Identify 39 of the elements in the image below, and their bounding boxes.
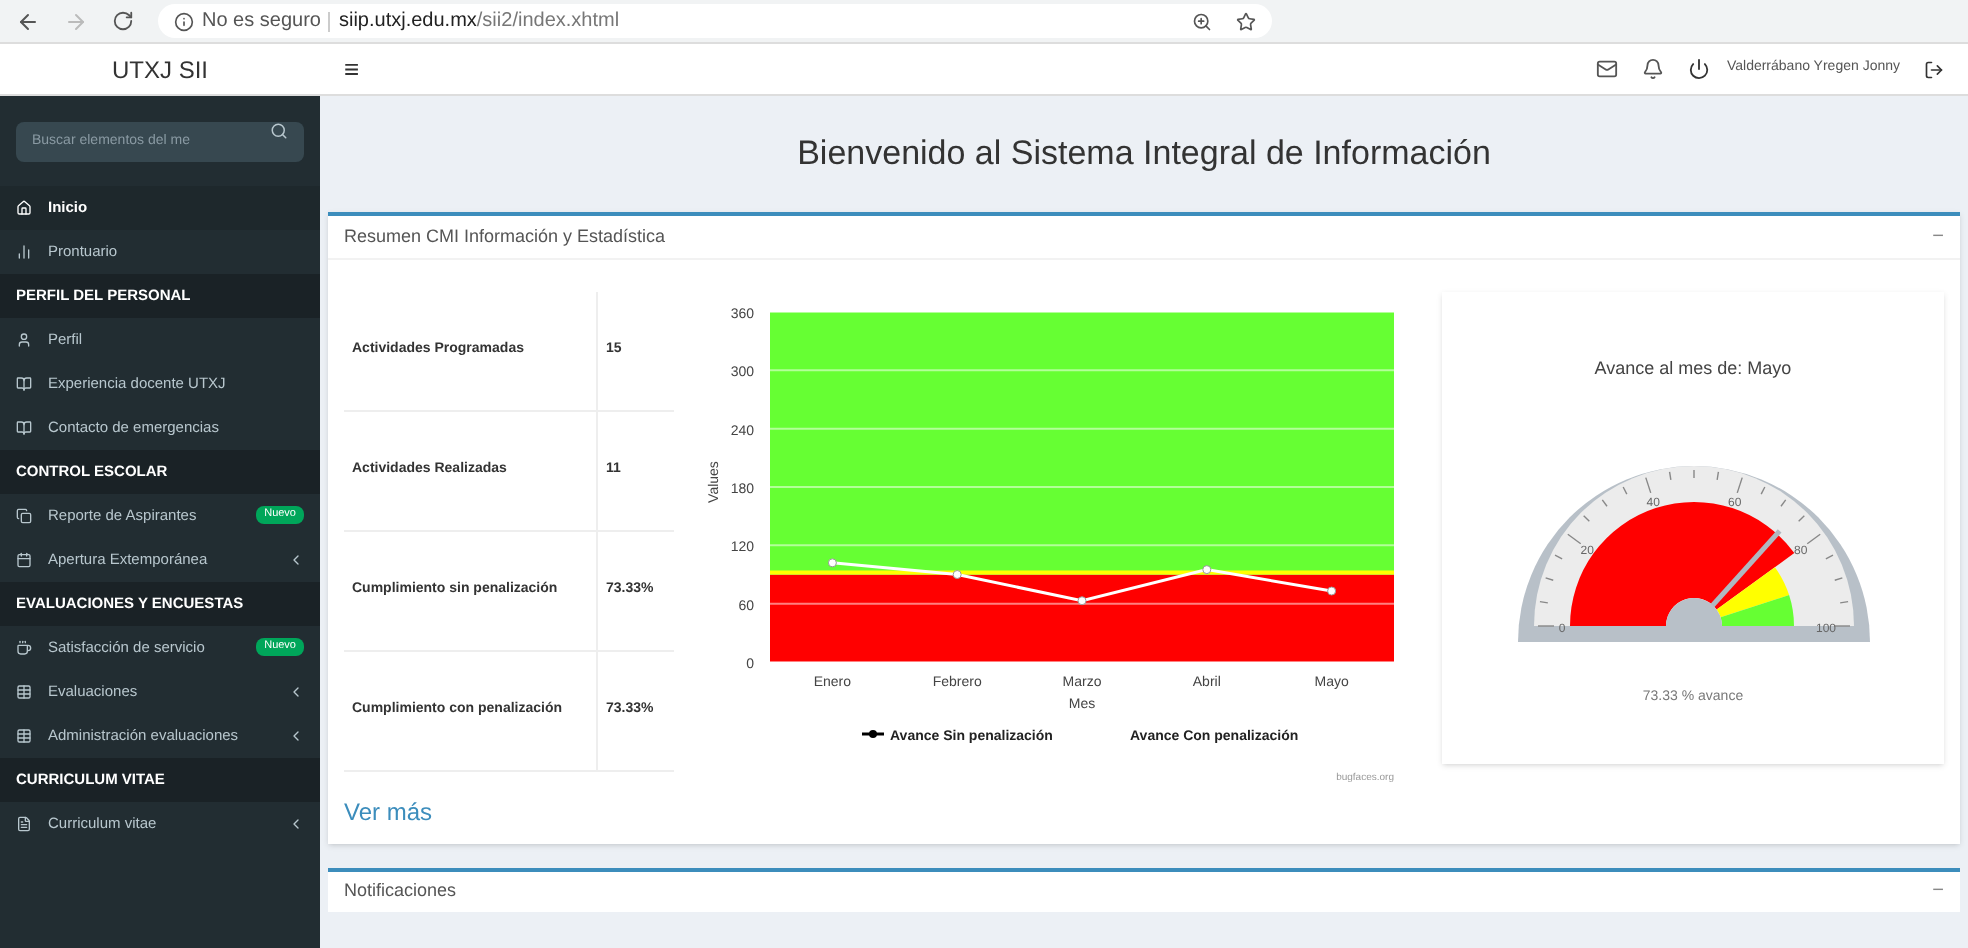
legend-marker [862, 730, 884, 738]
zoom-icon[interactable] [1192, 11, 1212, 31]
book-icon [16, 419, 32, 435]
data-point [1202, 565, 1212, 575]
collapse-button[interactable]: − [1932, 222, 1944, 252]
collapse-button[interactable]: − [1932, 876, 1944, 906]
data-point [827, 558, 837, 568]
brand-title: UTXJ SII [111, 53, 208, 87]
gauge-title: Avance al mes de: Mayo [1594, 356, 1792, 382]
data-point [1327, 586, 1337, 596]
panel-title: Resumen CMI Información y Estadística [344, 223, 666, 250]
book-icon [16, 375, 32, 391]
copy-icon [16, 507, 32, 523]
security-label: No es seguro [202, 8, 321, 36]
mail-icon[interactable] [1596, 58, 1619, 80]
back-icon[interactable] [16, 9, 40, 33]
address-bar[interactable]: No es seguro siip.utxj.edu.mx/sii2/index.xhtml [158, 4, 1272, 38]
logout-icon[interactable] [1924, 59, 1944, 79]
person-icon [16, 331, 32, 347]
cup-icon [16, 639, 32, 655]
bell-icon[interactable] [1642, 58, 1665, 80]
page-title: Bienvenido al Sistema Integral de Información [797, 132, 1491, 177]
data-point [1077, 596, 1087, 606]
reload-icon[interactable] [112, 10, 134, 32]
info-icon [174, 11, 194, 31]
panel-title: Notificaciones [344, 877, 457, 904]
house-icon [16, 199, 32, 215]
bar-chart-icon [16, 243, 32, 259]
document-icon [16, 815, 32, 831]
menu-toggle[interactable]: ≡ [344, 49, 360, 89]
table-icon [16, 727, 32, 743]
data-point [952, 570, 962, 579]
calendar-icon [16, 551, 32, 567]
search-icon[interactable] [270, 122, 288, 140]
user-power-icon [1688, 58, 1711, 80]
table-icon [16, 683, 32, 699]
bookmark-star-icon[interactable] [1236, 11, 1256, 31]
url-text: siip.utxj.edu.mx/sii2/index.xhtml [338, 8, 620, 36]
more-link[interactable]: Ver más [344, 797, 433, 825]
